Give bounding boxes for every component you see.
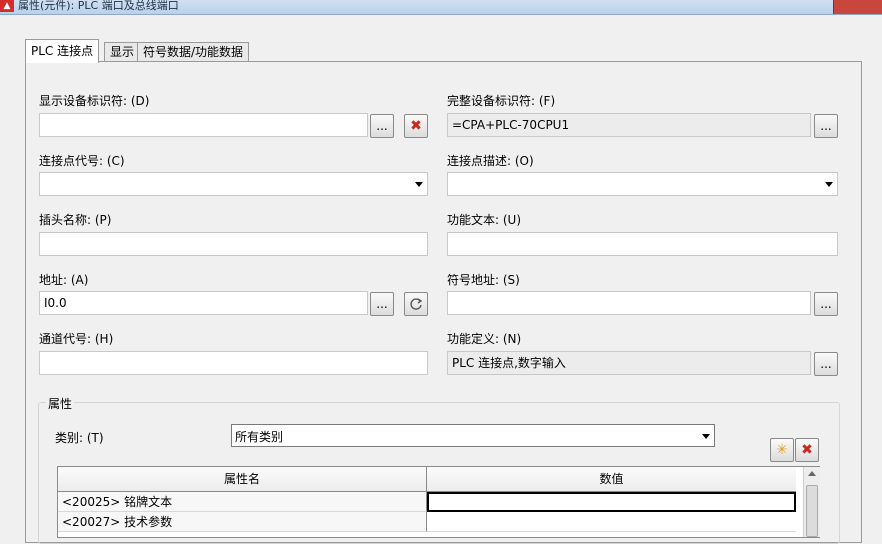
property-name-cell[interactable]: <20025> 铭牌文本 xyxy=(58,492,427,512)
symbol-addr-label: 符号地址: (S) xyxy=(447,273,520,287)
plug-name-label: 插头名称: (P) xyxy=(39,213,112,227)
star-icon: ✳ xyxy=(776,442,788,458)
column-header-name[interactable]: 属性名 xyxy=(58,467,427,492)
func-def-browse-button[interactable]: ... xyxy=(814,352,838,376)
properties-group-label: 属性 xyxy=(46,395,75,412)
refresh-icon xyxy=(410,298,423,310)
func-text-input[interactable] xyxy=(447,232,838,256)
display-id-label: 显示设备标识符: (D) xyxy=(39,94,150,108)
delete-button[interactable]: ✖ xyxy=(404,114,428,138)
delete-icon: ✖ xyxy=(410,118,422,134)
scroll-thumb[interactable] xyxy=(806,485,818,537)
address-input[interactable]: I0.0 xyxy=(39,291,368,315)
conn-code-combo[interactable] xyxy=(39,172,428,196)
full-id-label: 完整设备标识符: (F) xyxy=(447,94,556,108)
property-value-cell[interactable] xyxy=(427,492,796,512)
conn-code-label: 连接点代号: (C) xyxy=(39,154,125,168)
chevron-down-icon xyxy=(415,182,423,187)
address-browse-button[interactable]: ... xyxy=(370,292,394,316)
delete-property-button[interactable]: ✖ xyxy=(795,438,819,462)
plug-name-input[interactable] xyxy=(39,232,428,256)
symbol-addr-input[interactable] xyxy=(447,291,811,315)
category-label: 类别: (T) xyxy=(55,431,104,445)
display-id-input[interactable] xyxy=(39,113,368,137)
channel-code-label: 通道代号: (H) xyxy=(39,332,114,346)
chevron-down-icon xyxy=(702,434,710,439)
properties-grid: 属性名 数值 <20025> 铭牌文本 <20027> 技术参数 xyxy=(57,466,820,538)
vertical-scrollbar[interactable] xyxy=(803,467,820,537)
func-text-label: 功能文本: (U) xyxy=(447,213,522,227)
channel-code-input[interactable] xyxy=(39,351,428,375)
delete-icon: ✖ xyxy=(801,442,813,458)
address-refresh-button[interactable] xyxy=(404,292,428,316)
close-window-button[interactable] xyxy=(833,0,882,14)
address-label: 地址: (A) xyxy=(39,273,89,287)
app-icon: ▲ xyxy=(0,0,14,12)
window-title: 属性(元件): PLC 端口及总线端口 xyxy=(18,0,179,12)
func-def-label: 功能定义: (N) xyxy=(447,332,522,346)
full-id-browse-button[interactable]: ... xyxy=(814,114,838,138)
display-id-browse-button[interactable]: ... xyxy=(370,114,394,138)
tab-symbol-function-data[interactable]: 符号数据/功能数据 xyxy=(137,42,250,62)
column-header-value[interactable]: 数值 xyxy=(427,467,796,492)
category-value: 所有类别 xyxy=(235,430,284,444)
conn-desc-label: 连接点描述: (O) xyxy=(447,154,534,168)
new-property-button[interactable]: ✳ xyxy=(770,438,794,462)
chevron-down-icon xyxy=(825,182,833,187)
conn-desc-combo[interactable] xyxy=(447,172,838,196)
title-bar: ▲ 属性(元件): PLC 端口及总线端口 xyxy=(0,0,882,15)
property-name-cell[interactable]: <20027> 技术参数 xyxy=(58,512,427,532)
tab-plc-connection[interactable]: PLC 连接点 xyxy=(25,39,100,63)
property-value-cell[interactable] xyxy=(427,512,796,532)
func-def-field: PLC 连接点,数字输入 xyxy=(447,351,811,375)
tab-display[interactable]: 显示 xyxy=(104,42,141,62)
category-combo[interactable]: 所有类别 xyxy=(231,424,715,447)
full-id-field: =CPA+PLC-70CPU1 xyxy=(447,113,811,137)
symbol-addr-browse-button[interactable]: ... xyxy=(814,292,838,316)
scroll-up-icon[interactable] xyxy=(808,471,816,476)
